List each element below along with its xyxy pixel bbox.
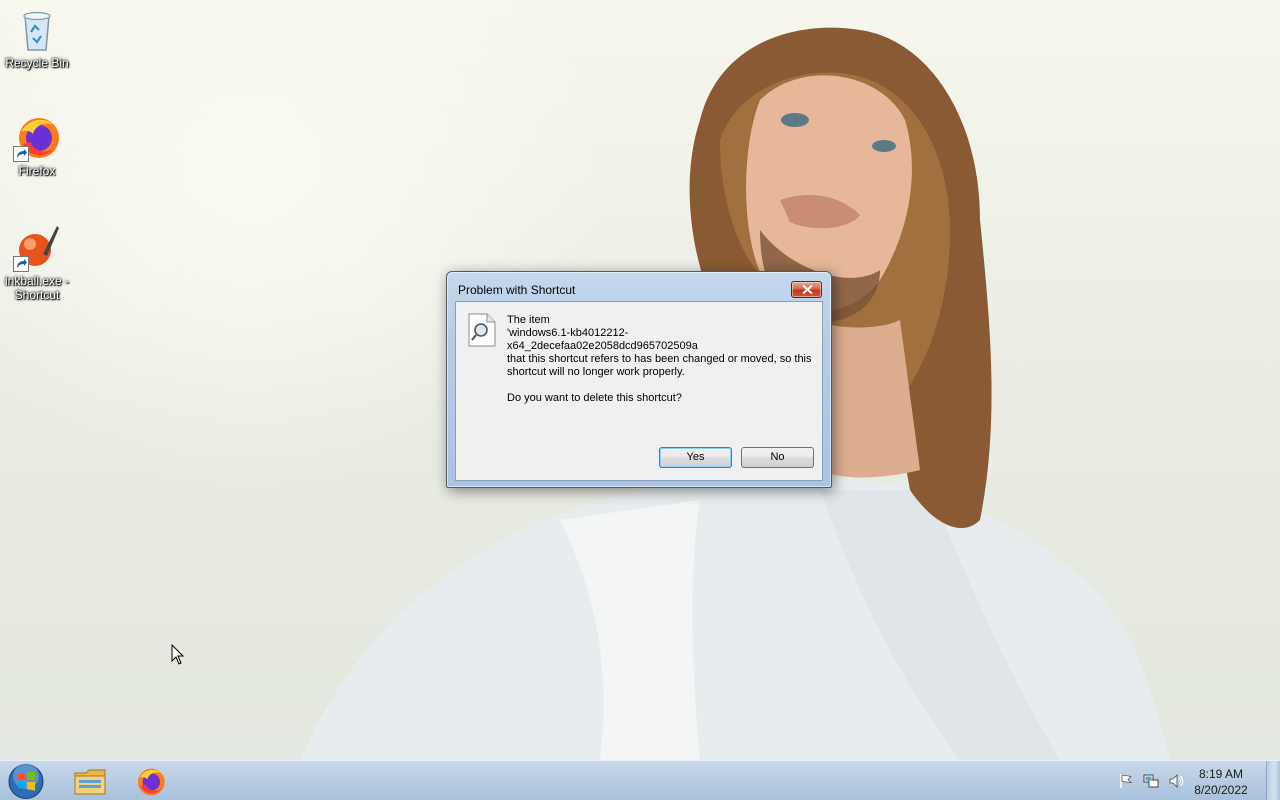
taskbar: 8:19 AM 8/20/2022 <box>0 760 1280 800</box>
message-target-path: 'windows6.1-kb4012212-x64_2decefaa02e205… <box>507 327 698 352</box>
inkball-icon <box>13 224 61 272</box>
recycle-bin-icon <box>13 6 61 54</box>
desktop-icon-recycle-bin[interactable]: Recycle Bin <box>0 6 74 70</box>
message-line: The item <box>507 314 550 326</box>
taskbar-file-explorer-button[interactable] <box>62 763 118 800</box>
clock-time: 8:19 AM <box>1198 767 1244 781</box>
windows-start-orb-icon <box>7 763 45 800</box>
dialog-body: The item 'windows6.1-kb4012212-x64_2dece… <box>455 301 823 481</box>
yes-button[interactable]: Yes <box>659 447 732 468</box>
firefox-icon <box>13 114 61 162</box>
mouse-cursor-icon <box>171 643 185 669</box>
shortcut-arrow-icon <box>13 256 29 272</box>
action-center-flag-icon[interactable] <box>1118 773 1134 789</box>
desktop-icon-inkball[interactable]: inkball.exe - Shortcut <box>0 224 74 302</box>
shortcut-arrow-icon <box>13 146 29 162</box>
file-explorer-icon <box>73 767 107 800</box>
desktop-icon-label: inkball.exe - Shortcut <box>4 274 70 302</box>
problem-with-shortcut-dialog: Problem with Shortcut The item 'windows6… <box>446 271 832 488</box>
desktop-icon-firefox[interactable]: Firefox <box>0 114 74 178</box>
dialog-message: The item 'windows6.1-kb4012212-x64_2dece… <box>507 314 819 405</box>
show-desktop-button[interactable] <box>1266 761 1280 800</box>
volume-icon[interactable] <box>1168 773 1184 789</box>
message-line: that this shortcut refers to has been ch… <box>507 353 815 378</box>
desktop-icon-label: Firefox <box>18 164 56 178</box>
taskbar-firefox-button[interactable] <box>122 763 178 800</box>
no-button[interactable]: No <box>741 447 814 468</box>
document-search-icon <box>467 313 497 350</box>
dialog-title: Problem with Shortcut <box>458 283 576 297</box>
start-button[interactable] <box>7 763 45 800</box>
taskbar-clock[interactable]: 8:19 AM 8/20/2022 <box>1188 766 1254 798</box>
desktop-icon-label: Recycle Bin <box>5 56 69 70</box>
message-question: Do you want to delete this shortcut? <box>507 392 682 404</box>
firefox-icon <box>134 766 166 800</box>
system-tray: 8:19 AM 8/20/2022 <box>1110 761 1280 800</box>
network-icon[interactable] <box>1143 773 1159 789</box>
close-button[interactable] <box>791 281 822 298</box>
clock-date: 8/20/2022 <box>1194 783 1248 797</box>
